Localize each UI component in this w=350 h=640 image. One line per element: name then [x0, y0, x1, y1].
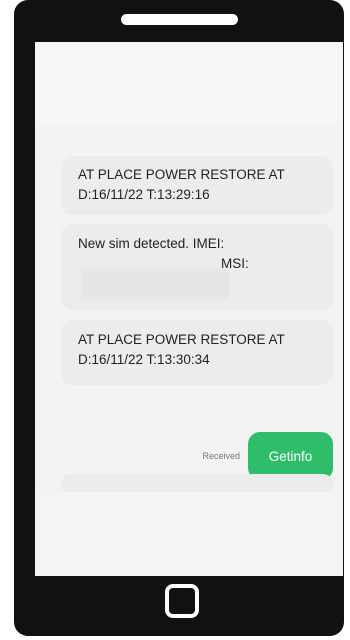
- incoming-message[interactable]: AT PLACE POWER RESTORE AT D:16/11/22 T:1…: [61, 156, 333, 215]
- screen: AT PLACE POWER RESTORE AT D:16/11/22 T:1…: [35, 42, 343, 576]
- speaker-slot-icon: [121, 14, 238, 25]
- incoming-message[interactable]: New sim detected. IMEI: MSI:: [61, 224, 333, 310]
- incoming-message[interactable]: AT PLACE POWER RESTORE AT D:16/11/22 T:1…: [61, 320, 333, 385]
- home-button-icon[interactable]: [165, 584, 199, 618]
- incoming-message-partial[interactable]: [61, 474, 333, 494]
- outgoing-row: Received Getinfo: [202, 432, 333, 480]
- message-text: New sim detected. IMEI:: [61, 224, 333, 254]
- message-line: D:16/11/22 T:13:29:16: [78, 187, 210, 202]
- chat-thread[interactable]: AT PLACE POWER RESTORE AT D:16/11/22 T:1…: [35, 122, 343, 576]
- redacted-area: [81, 269, 229, 299]
- bottom-area: [35, 492, 343, 576]
- delivery-status: Received: [202, 451, 240, 461]
- message-line: AT PLACE POWER RESTORE AT: [78, 167, 285, 182]
- message-text: AT PLACE POWER RESTORE AT D:16/11/22 T:1…: [61, 156, 333, 205]
- outgoing-message[interactable]: Getinfo: [248, 432, 333, 480]
- phone-frame: AT PLACE POWER RESTORE AT D:16/11/22 T:1…: [14, 0, 344, 636]
- message-text: AT PLACE POWER RESTORE AT D:16/11/22 T:1…: [61, 320, 333, 370]
- status-area: [35, 42, 343, 122]
- message-line: D:16/11/22 T:13:30:34: [78, 352, 210, 367]
- message-line: AT PLACE POWER RESTORE AT: [78, 332, 285, 347]
- imei-label: New sim detected. IMEI:: [78, 236, 225, 251]
